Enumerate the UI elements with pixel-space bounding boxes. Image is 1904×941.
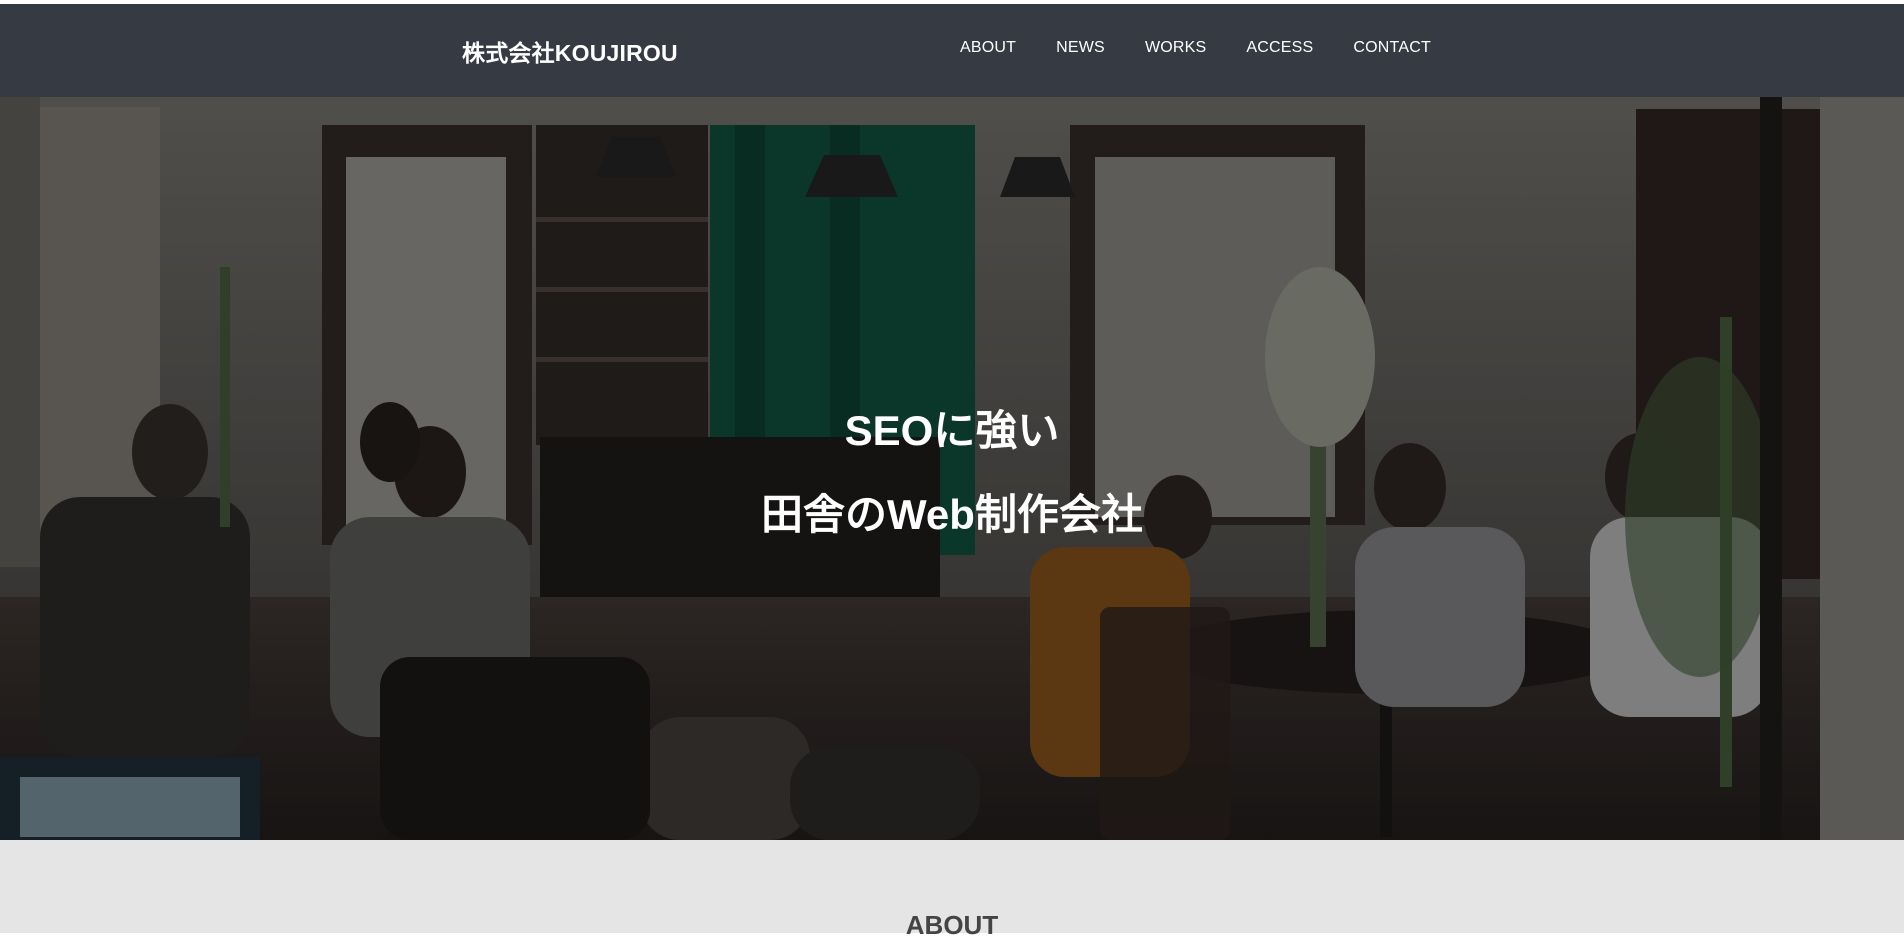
nav-access[interactable]: ACCESS [1246, 39, 1313, 57]
about-title: ABOUT [905, 910, 999, 940]
hero-text: SEOに強い 田舎のWeb制作会社 [0, 97, 1904, 840]
main-nav: ABOUT NEWS WORKS ACCESS CONTACT [960, 39, 1431, 57]
nav-news[interactable]: NEWS [1056, 39, 1105, 57]
site-logo[interactable]: 株式会社KOUJIROU [462, 34, 678, 68]
nav-contact[interactable]: CONTACT [1353, 39, 1431, 57]
hero-heading-line1: SEOに強い [844, 407, 1060, 454]
hero-heading-line2: 田舎のWeb制作会社 [761, 491, 1143, 538]
about-section: ABOUT [0, 840, 1904, 940]
nav-works[interactable]: WORKS [1145, 39, 1206, 57]
nav-about[interactable]: ABOUT [960, 39, 1016, 57]
hero-section: SEOに強い 田舎のWeb制作会社 [0, 97, 1904, 840]
site-header: 株式会社KOUJIROU ABOUT NEWS WORKS ACCESS CON… [0, 4, 1904, 97]
